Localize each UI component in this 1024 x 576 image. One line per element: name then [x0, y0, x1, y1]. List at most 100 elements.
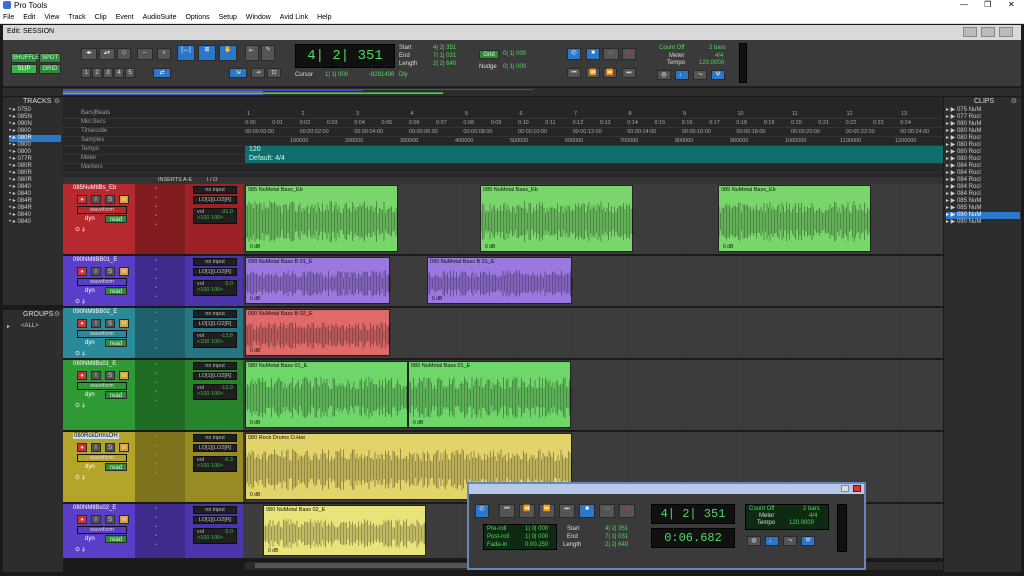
meter-value[interactable]: 4/4: [715, 53, 723, 59]
insert-slot[interactable]: •: [155, 506, 157, 512]
track-automation-mode[interactable]: read: [105, 535, 127, 543]
transport-sub-counter[interactable]: 0:06.682: [651, 528, 735, 548]
clip-gain-label[interactable]: 0 dB: [250, 348, 260, 354]
tempo-value[interactable]: 120.0000: [699, 60, 724, 66]
track-solo-button[interactable]: S: [105, 371, 115, 380]
menu-help[interactable]: Help: [317, 14, 331, 21]
track-dyn-label[interactable]: dyn: [85, 340, 95, 346]
track-list-item[interactable]: • ▸ 080R: [9, 170, 61, 177]
clip-expand-icon[interactable]: ▸ ▶: [946, 219, 957, 225]
menu-audiosuite[interactable]: AudioSuite: [143, 14, 177, 21]
audio-clip[interactable]: 090 NuMetal Bass B 01_E 0 dB: [427, 257, 573, 304]
clip-gain-label[interactable]: 0 dB: [485, 244, 495, 250]
menu-avid-link[interactable]: Avid Link: [280, 14, 308, 21]
close-icon[interactable]: ✕: [1008, 0, 1015, 9]
insert-slot[interactable]: •: [155, 195, 157, 201]
track-list-item[interactable]: • ▸ 0750: [9, 107, 61, 114]
clip-expand-icon[interactable]: ▸ ▶: [946, 191, 957, 197]
audio-clip[interactable]: 080 NuMetal Bass 01_E 0 dB: [245, 361, 409, 428]
transport-rewind-button[interactable]: ⏪: [519, 504, 535, 518]
clip-expand-icon[interactable]: ▸ ▶: [946, 170, 957, 176]
zoom-preset-5[interactable]: 5: [125, 68, 135, 78]
clip-gain-label[interactable]: 0 dB: [250, 492, 260, 498]
spot-mode-button[interactable]: SPOT: [39, 53, 61, 63]
track-input-button[interactable]: I: [91, 195, 101, 204]
insert-slot[interactable]: •: [155, 267, 157, 273]
clip-list-item[interactable]: ▸ ▶ 084 Rocl: [946, 191, 1020, 198]
track-input-selector[interactable]: no input: [193, 362, 237, 370]
track-list-item[interactable]: • ▸ 0840: [9, 191, 61, 198]
transport-online-button[interactable]: ◴: [475, 504, 489, 518]
volume-value[interactable]: -13.9: [220, 385, 233, 391]
clip-gain-label[interactable]: 0 dB: [250, 244, 260, 250]
insert-slot[interactable]: •: [155, 380, 157, 386]
audio-clip[interactable]: 085 NuMetal Bass_Eb 0 dB: [480, 185, 633, 252]
transport-end-value[interactable]: 7| 1| 031: [605, 534, 628, 540]
track-automation-mode[interactable]: read: [105, 287, 127, 295]
track-header[interactable]: 090NMtlBB01_E ● I S Mwaveform dyn read ⊙ ⍋: [63, 256, 135, 306]
clip-list-item[interactable]: ▸ ▶ 077 Rocl: [946, 114, 1020, 121]
track-volume-pan-box[interactable]: vol -6.3 <100 100>: [193, 456, 237, 472]
track-name[interactable]: 085NuMtlBs_Eb: [73, 185, 116, 191]
track-output-selector[interactable]: LO[1](LO2[R]: [193, 372, 237, 380]
track-input-selector[interactable]: no input: [193, 258, 237, 266]
shuffle-mode-button[interactable]: SHUFFLE: [11, 53, 39, 63]
transport-metronome-button[interactable]: Ψ: [801, 536, 815, 546]
track-view-selector[interactable]: waveform: [77, 278, 127, 286]
track-timebase-icon[interactable]: ⊙ ⍋: [75, 226, 85, 234]
track-list-item[interactable]: • ▸ 085N: [9, 114, 61, 121]
slip-mode-button[interactable]: SLIP: [11, 64, 37, 74]
track-volume-pan-box[interactable]: vol 0.0 <100 100>: [193, 528, 237, 544]
insert-slot[interactable]: •: [155, 222, 157, 228]
transport-close-button[interactable]: [853, 485, 861, 492]
track-solo-button[interactable]: S: [105, 443, 115, 452]
audio-clip[interactable]: 090 NuMetal Bass B 02_E 0 dB: [245, 309, 391, 356]
grabber-tool-button[interactable]: ✋: [219, 45, 237, 61]
clip-list-item[interactable]: ▸ ▶ 080 Rocl: [946, 135, 1020, 142]
track-header[interactable]: 090NMtlBB02_E ● I S Mwaveform dyn read ⊙ ⍋: [63, 308, 135, 358]
track-record-button[interactable]: ●: [77, 195, 87, 204]
track-volume-pan-box[interactable]: vol -13.8 <100 100>: [193, 332, 237, 348]
transport-count-off[interactable]: Count Off: [749, 506, 775, 512]
track-list-item[interactable]: • ▸ 084R: [9, 205, 61, 212]
record-button[interactable]: ●: [622, 48, 636, 60]
insert-slot[interactable]: •: [155, 524, 157, 530]
track-volume-pan-box[interactable]: vol 0.0 <100 100>: [193, 280, 237, 296]
minimize-icon[interactable]: —: [960, 0, 968, 9]
track-mute-button[interactable]: M: [119, 371, 129, 380]
clip-expand-icon[interactable]: ▸ ▶: [946, 128, 957, 134]
track-header[interactable]: 085NuMtlBs_Eb ● I S Mwaveform dyn read ⊙ ⍋: [63, 184, 135, 254]
maximize-icon[interactable]: ❐: [984, 0, 991, 9]
post-roll-value[interactable]: 1| 0| 000: [525, 534, 548, 540]
transport-length-value[interactable]: 2| 2| 640: [605, 542, 628, 548]
tempo-marker[interactable]: 120: [249, 146, 261, 153]
search-icon[interactable]: ⌕: [157, 48, 171, 60]
clip-list-item[interactable]: ▸ ▶ 085 NuM: [946, 205, 1020, 212]
insert-slot[interactable]: •: [155, 213, 157, 219]
volume-value[interactable]: -6.3: [224, 457, 233, 463]
track-dyn-label[interactable]: dyn: [85, 216, 95, 222]
clip-expand-icon[interactable]: ▸ ▶: [946, 212, 957, 218]
group-all-item[interactable]: <ALL>: [21, 323, 39, 329]
track-dyn-label[interactable]: dyn: [85, 536, 95, 542]
track-name[interactable]: 080NMtlBs02_E: [73, 505, 116, 511]
track-view-selector[interactable]: waveform: [77, 206, 127, 214]
audio-clip[interactable]: 090 NuMetal Bass B 01_E 0 dB: [245, 257, 391, 304]
volume-value[interactable]: 0.0: [225, 529, 233, 535]
transport-start-value[interactable]: 4| 2| 351: [605, 526, 628, 532]
loop-play-button[interactable]: ▭: [603, 48, 619, 60]
metronome-button[interactable]: Ψ: [711, 70, 725, 80]
track-header[interactable]: 080RckDrmsOH ● I S Mwaveform dyn read ⊙ ⍋: [63, 432, 135, 502]
transport-meter-value[interactable]: 4/4: [809, 513, 817, 519]
track-output-selector[interactable]: LO[1](LO2[R]: [193, 320, 237, 328]
clip-expand-icon[interactable]: ▸ ▶: [946, 177, 957, 183]
meter-marker[interactable]: Default: 4/4: [249, 155, 285, 162]
transport-end-button[interactable]: ⏭: [559, 504, 575, 518]
clip-list-item[interactable]: ▸ ▶ 080 NuM: [946, 121, 1020, 128]
clip-expand-icon[interactable]: ▸ ▶: [946, 114, 957, 120]
pan-value[interactable]: <100 100>: [197, 287, 236, 293]
track-list-item[interactable]: • ▸ 0840: [9, 184, 61, 191]
insert-slot[interactable]: •: [155, 294, 157, 300]
audio-clip[interactable]: 085 NuMetal Bass_Eb 0 dB: [245, 185, 398, 252]
insert-slot[interactable]: •: [155, 285, 157, 291]
